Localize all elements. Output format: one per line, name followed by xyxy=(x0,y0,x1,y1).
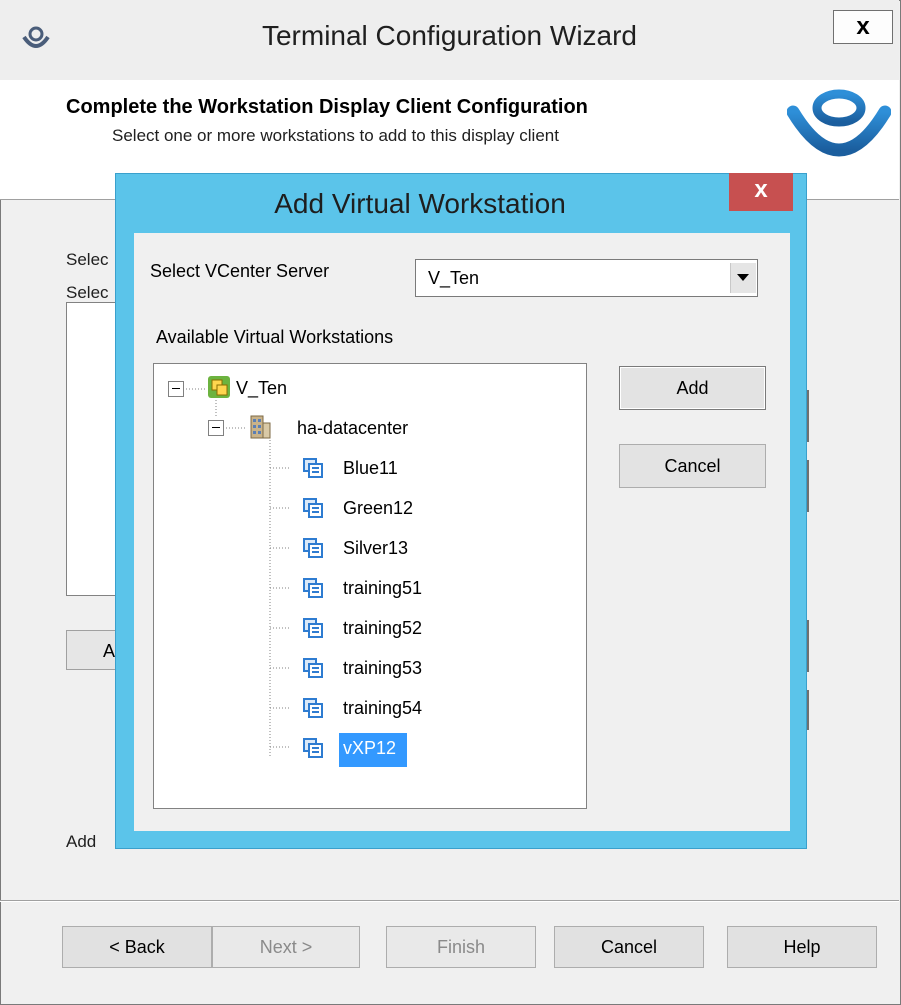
virtual-machine-icon xyxy=(303,698,323,718)
body-bottom-label: Add xyxy=(66,832,97,851)
dialog-close-button[interactable]: x xyxy=(729,173,793,211)
finish-button[interactable]: Finish xyxy=(386,926,536,968)
add-button[interactable]: Add xyxy=(619,366,766,410)
virtual-machine-icon xyxy=(303,538,323,558)
tree-node-vm[interactable]: training53 xyxy=(343,658,422,679)
virtual-machine-icon xyxy=(303,458,323,478)
available-workstations-label: Available Virtual Workstations xyxy=(156,327,394,347)
virtual-machine-icon xyxy=(303,658,323,678)
collapse-toggle[interactable] xyxy=(208,420,224,436)
tree-node-vm[interactable]: Green12 xyxy=(343,498,413,519)
footer-separator xyxy=(0,900,899,902)
virtual-machine-icon xyxy=(303,578,323,598)
tree-node-datacenter[interactable]: ha-datacenter xyxy=(297,418,408,439)
virtual-machine-icon xyxy=(303,618,323,638)
virtual-machine-icon xyxy=(303,738,323,758)
virtual-machine-icon xyxy=(303,498,323,518)
dialog-cancel-button[interactable]: Cancel xyxy=(619,444,766,488)
tree-node-vm[interactable]: training52 xyxy=(343,618,422,639)
datacenter-icon xyxy=(250,415,271,439)
tree-node-vm-selected[interactable]: vXP12 xyxy=(343,738,396,759)
collapse-toggle[interactable] xyxy=(168,381,184,397)
tree-node-vm[interactable]: Silver13 xyxy=(343,538,408,559)
dropdown-arrow-icon[interactable] xyxy=(730,263,756,293)
next-button[interactable]: Next > xyxy=(212,926,360,968)
back-button[interactable]: < Back xyxy=(62,926,212,968)
body-label-select-2: Selec xyxy=(66,283,109,302)
thinmanager-logo-icon xyxy=(787,89,891,157)
cancel-button[interactable]: Cancel xyxy=(554,926,704,968)
dialog-title: Add Virtual Workstation xyxy=(274,188,566,219)
tree-node-vm[interactable]: training54 xyxy=(343,698,422,719)
body-label-select-1: Selec xyxy=(66,250,109,269)
header-subtitle: Select one or more workstations to add t… xyxy=(112,126,559,145)
header-title: Complete the Workstation Display Client … xyxy=(66,96,588,118)
vcenter-server-icon xyxy=(208,376,230,398)
wizard-title: Terminal Configuration Wizard xyxy=(261,20,638,51)
vcenter-server-value: V_Ten xyxy=(428,268,480,288)
tree-node-vcenter[interactable]: V_Ten xyxy=(236,378,287,399)
wizard-close-button[interactable]: x xyxy=(833,10,893,44)
vcenter-server-label: Select VCenter Server xyxy=(150,261,330,281)
help-button[interactable]: Help xyxy=(727,926,877,968)
tree-node-vm[interactable]: Blue11 xyxy=(343,458,398,479)
tree-node-vm[interactable]: training51 xyxy=(343,578,422,599)
